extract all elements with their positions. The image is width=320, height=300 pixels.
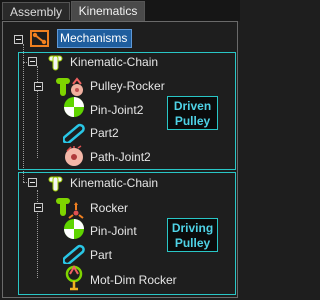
tree-item-label: Part xyxy=(90,248,113,262)
mechanisms-icon xyxy=(30,30,49,47)
tab-assembly[interactable]: Assembly xyxy=(2,2,70,20)
kinematic-chain-icon xyxy=(48,55,63,71)
callout-driving-pulley: Driving Pulley xyxy=(167,218,218,252)
part-icon xyxy=(63,244,85,264)
tab-kinematics[interactable]: Kinematics xyxy=(71,1,145,21)
rocker-icon xyxy=(56,198,84,219)
callout-line-1: Driven xyxy=(173,99,212,113)
tree-item-label: Part2 xyxy=(90,126,119,140)
pin-joint-icon xyxy=(64,219,84,239)
pin-joint-icon xyxy=(64,97,84,117)
kinematics-window: Assembly Kinematics Mechanisms Kinematic… xyxy=(0,0,240,300)
tree-item-label: Pulley-Rocker xyxy=(90,79,165,93)
pulley-rocker-icon xyxy=(56,77,83,96)
tree-item-mechanisms[interactable]: Mechanisms xyxy=(60,28,127,48)
tree-item-label: Kinematic-Chain xyxy=(70,176,159,190)
tree-item-pulley-rocker[interactable]: Pulley-Rocker xyxy=(90,76,165,96)
tree-item-label: Pin-Joint xyxy=(90,224,137,238)
collapse-toggle[interactable] xyxy=(14,35,23,44)
callout-line-1: Driving xyxy=(171,221,214,235)
tree-item-kinematic-chain-2[interactable]: Kinematic-Chain xyxy=(70,173,158,193)
tab-bar: Assembly Kinematics xyxy=(0,0,240,21)
tree-item-part[interactable]: Part xyxy=(90,245,112,265)
path-joint-icon xyxy=(65,145,83,166)
motion-dimension-icon xyxy=(65,265,83,291)
tree-item-label: Pin-Joint2 xyxy=(90,103,144,117)
callout-line-2: Pulley xyxy=(174,236,211,250)
tree-item-label: Kinematic-Chain xyxy=(70,55,159,69)
collapse-toggle[interactable] xyxy=(28,57,37,66)
tree-item-pin-joint2[interactable]: Pin-Joint2 xyxy=(90,100,143,120)
callout-line-2: Pulley xyxy=(174,114,211,128)
tree-item-path-joint2[interactable]: Path-Joint2 xyxy=(90,147,151,167)
tree-item-label: Path-Joint2 xyxy=(90,150,151,164)
tree-item-label: Mechanisms xyxy=(60,31,128,45)
collapse-toggle[interactable] xyxy=(34,203,43,212)
part-icon xyxy=(63,123,85,143)
tree-item-rocker[interactable]: Rocker xyxy=(90,198,128,218)
tree-item-part2[interactable]: Part2 xyxy=(90,123,119,143)
tree-item-pin-joint[interactable]: Pin-Joint xyxy=(90,221,137,241)
kinematic-chain-icon xyxy=(48,176,63,192)
tree-item-mot-dim-rocker[interactable]: Mot-Dim Rocker xyxy=(90,270,177,290)
tree-item-label: Mot-Dim Rocker xyxy=(90,273,177,287)
tree-item-kinematic-chain[interactable]: Kinematic-Chain xyxy=(70,52,158,72)
callout-driven-pulley: Driven Pulley xyxy=(167,96,218,130)
collapse-toggle[interactable] xyxy=(28,178,37,187)
tree-item-label: Rocker xyxy=(90,201,129,215)
collapse-toggle[interactable] xyxy=(34,82,43,91)
